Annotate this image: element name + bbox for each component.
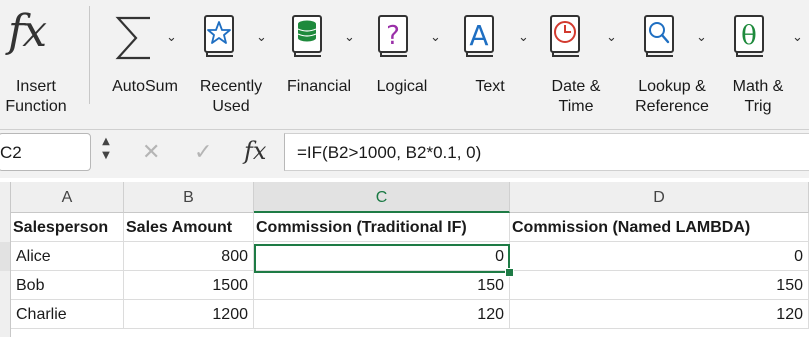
- insert-function-button[interactable]: fx Insert Function: [0, 0, 88, 129]
- theta-book-icon: θ: [734, 15, 764, 57]
- svg-text:?: ?: [386, 21, 400, 51]
- ribbon-separator: [89, 6, 90, 104]
- financial-button[interactable]: ⌄ Financial: [280, 0, 362, 129]
- magnifier-book-icon: [644, 15, 674, 57]
- text-book-icon: A: [464, 15, 494, 57]
- chevron-down-icon[interactable]: ⌄: [792, 30, 803, 45]
- math-trig-label: Math & Trig: [732, 78, 784, 115]
- row-header-4[interactable]: [0, 300, 11, 329]
- formulas-ribbon: fx Insert Function ⌄ AutoSum ⌄ Recently …: [0, 0, 809, 130]
- select-all-corner[interactable]: [0, 182, 11, 213]
- svg-text:θ: θ: [741, 21, 757, 51]
- money-book-icon: [292, 15, 322, 57]
- formula-input[interactable]: =IF(B2>1000, B2*0.1, 0): [284, 133, 809, 171]
- chevron-down-icon[interactable]: ⌄: [518, 30, 529, 45]
- header-commission-if[interactable]: Commission (Traditional IF): [254, 213, 510, 242]
- chevron-down-icon[interactable]: ⌄: [256, 30, 267, 45]
- autosum-button[interactable]: ⌄ AutoSum: [104, 0, 188, 129]
- name-box[interactable]: C2: [0, 133, 91, 171]
- table-cell[interactable]: 1200: [124, 300, 254, 329]
- table-cell[interactable]: Alice: [11, 242, 124, 271]
- math-trig-button[interactable]: θ ⌄ Math & Trig: [728, 0, 809, 129]
- insert-function-label: Insert Function: [5, 78, 67, 115]
- table-cell[interactable]: 150: [254, 271, 510, 300]
- chevron-down-icon[interactable]: ⌄: [166, 30, 177, 45]
- table-cell[interactable]: 1500: [124, 271, 254, 300]
- chevron-down-icon[interactable]: ⌄: [430, 30, 441, 45]
- star-book-icon: [204, 15, 234, 57]
- table-cell[interactable]: Bob: [11, 271, 124, 300]
- date-time-button[interactable]: ⌄ Date & Time: [542, 0, 618, 129]
- recently-used-label: Recently Used: [199, 78, 263, 115]
- worksheet-grid: A B C D Salesperson Sales Amount Commiss…: [0, 182, 809, 337]
- fill-handle[interactable]: [505, 268, 514, 277]
- name-box-stepper-icon[interactable]: ▲ ▼: [96, 135, 116, 169]
- logical-label: Logical: [376, 78, 428, 95]
- table-cell[interactable]: 800: [124, 242, 254, 271]
- recently-used-button[interactable]: ⌄ Recently Used: [192, 0, 274, 129]
- cancel-icon[interactable]: ✕: [142, 140, 160, 165]
- chevron-down-icon[interactable]: ⌄: [696, 30, 707, 45]
- header-commission-lambda[interactable]: Commission (Named LAMBDA): [510, 213, 809, 242]
- autosum-label: AutoSum: [112, 78, 178, 95]
- table-cell-selected[interactable]: 0: [254, 242, 510, 271]
- chevron-down-icon[interactable]: ⌄: [344, 30, 355, 45]
- row-header-1[interactable]: [0, 213, 11, 242]
- sigma-icon: [115, 16, 150, 60]
- enter-check-icon[interactable]: ✓: [194, 140, 212, 165]
- column-header-d[interactable]: D: [510, 182, 809, 213]
- row-header-3[interactable]: [0, 271, 11, 300]
- formula-bar: C2 ▲ ▼ ✕ ✓ fx =IF(B2>1000, B2*0.1, 0): [0, 130, 809, 178]
- lookup-reference-button[interactable]: ⌄ Lookup & Reference: [628, 0, 724, 129]
- table-cell[interactable]: Charlie: [11, 300, 124, 329]
- date-time-label: Date & Time: [551, 78, 601, 115]
- chevron-down-icon[interactable]: ⌄: [606, 30, 617, 45]
- column-header-c[interactable]: C: [254, 182, 510, 213]
- svg-text:A: A: [469, 19, 488, 52]
- table-cell[interactable]: 0: [510, 242, 809, 271]
- row-header-5[interactable]: [0, 329, 11, 337]
- text-functions-button[interactable]: A ⌄ Text: [456, 0, 529, 129]
- table-cell[interactable]: 120: [510, 300, 809, 329]
- financial-label: Financial: [286, 78, 352, 95]
- clock-book-icon: [550, 15, 580, 57]
- question-book-icon: ?: [378, 15, 408, 57]
- logical-button[interactable]: ? ⌄ Logical: [370, 0, 442, 129]
- header-sales-amount[interactable]: Sales Amount: [124, 213, 254, 242]
- insert-function-fx-icon[interactable]: fx: [244, 137, 266, 165]
- column-header-a[interactable]: A: [11, 182, 124, 213]
- text-label: Text: [475, 78, 505, 95]
- table-cell[interactable]: 150: [510, 271, 809, 300]
- lookup-reference-label: Lookup & Reference: [635, 78, 709, 115]
- header-salesperson[interactable]: Salesperson: [11, 213, 124, 242]
- fx-icon: fx: [8, 6, 47, 57]
- row-header-2[interactable]: [0, 242, 11, 271]
- table-cell[interactable]: 120: [254, 300, 510, 329]
- column-header-b[interactable]: B: [124, 182, 254, 213]
